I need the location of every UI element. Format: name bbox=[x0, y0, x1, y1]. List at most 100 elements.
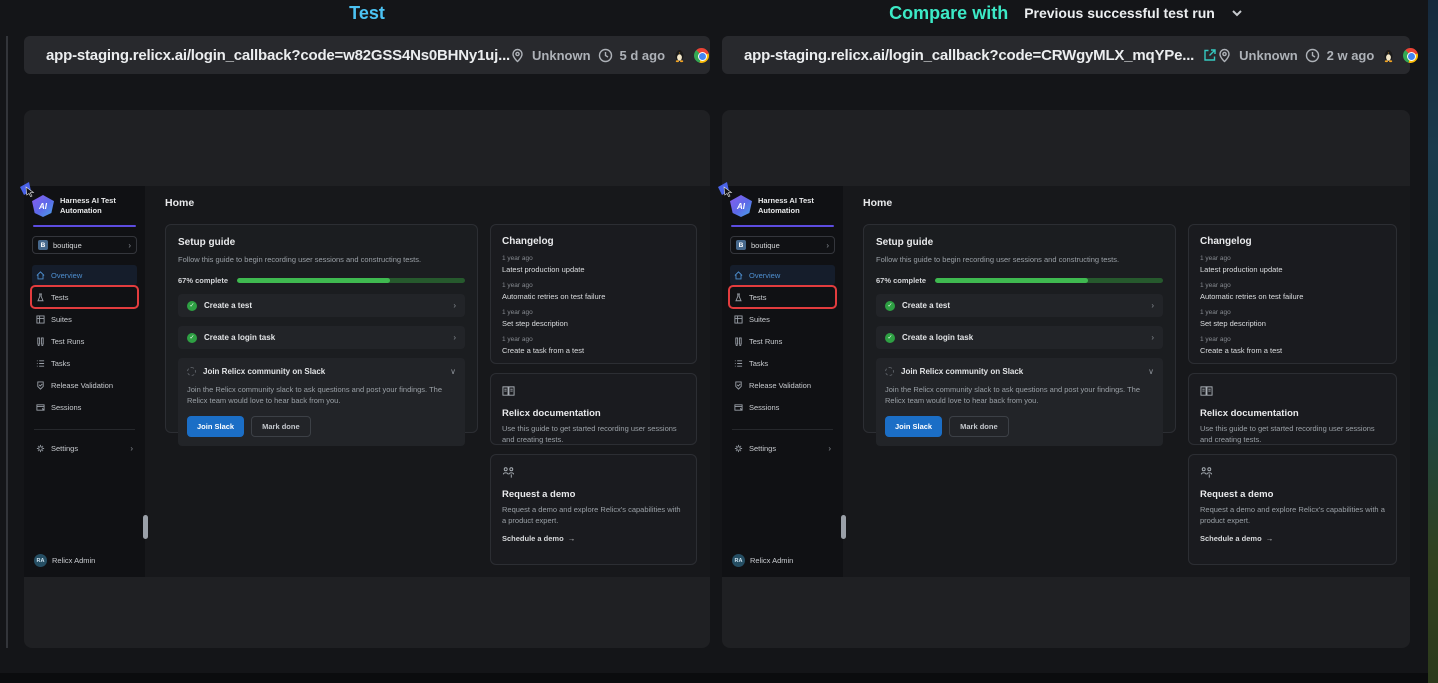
mark-done-button[interactable]: Mark done bbox=[251, 416, 311, 437]
sidebar-item-test-runs[interactable]: Test Runs bbox=[730, 331, 835, 351]
changelog-entry[interactable]: 1 year ago Automatic retries on test fai… bbox=[502, 282, 685, 301]
sidebar-item-suites[interactable]: Suites bbox=[730, 309, 835, 329]
book-icon bbox=[1200, 385, 1213, 398]
setup-item-join-slack[interactable]: Join Relicx community on Slack ∨ Join th… bbox=[876, 358, 1163, 446]
sidebar-item-label: Release Validation bbox=[51, 381, 113, 390]
setup-item-label: Create a login task bbox=[902, 333, 1144, 342]
changelog-time: 1 year ago bbox=[1200, 282, 1385, 289]
changelog-card: Changelog 1 year ago Latest production u… bbox=[1188, 224, 1397, 364]
join-slack-button[interactable]: Join Slack bbox=[187, 416, 244, 437]
documentation-description: Use this guide to get started recording … bbox=[502, 424, 685, 445]
changelog-entry[interactable]: 1 year ago Create a task from a test bbox=[1200, 336, 1385, 355]
sidebar-item-settings[interactable]: Settings › bbox=[32, 438, 137, 458]
avatar: RA bbox=[34, 554, 47, 567]
progress-bar bbox=[237, 278, 465, 283]
grid-icon bbox=[734, 315, 743, 324]
chrome-browser-icon bbox=[1403, 48, 1418, 63]
changelog-time: 1 year ago bbox=[502, 309, 685, 316]
documentation-card: Relicx documentation Use this guide to g… bbox=[490, 373, 697, 445]
sidebar-item-sessions[interactable]: Sessions bbox=[32, 397, 137, 417]
changelog-text: Set step description bbox=[1200, 319, 1385, 328]
user-name: Relicx Admin bbox=[750, 556, 793, 565]
changelog-entry[interactable]: 1 year ago Set step description bbox=[1200, 309, 1385, 328]
test-screenshot-panel[interactable]: AI Harness AI Test Automation B boutique… bbox=[24, 110, 710, 648]
changelog-entry[interactable]: 1 year ago Latest production update bbox=[1200, 255, 1385, 274]
project-selector[interactable]: B boutique › bbox=[730, 236, 835, 254]
changelog-entry[interactable]: 1 year ago Set step description bbox=[502, 309, 685, 328]
chevron-down-icon[interactable] bbox=[1231, 7, 1243, 19]
setup-item-create-login-task[interactable]: ✓ Create a login task › bbox=[876, 326, 1163, 349]
sidebar-item-tests[interactable]: Tests bbox=[32, 287, 137, 307]
setup-item-join-slack[interactable]: Join Relicx community on Slack ∨ Join th… bbox=[178, 358, 465, 446]
gear-icon bbox=[36, 444, 45, 453]
sidebar-item-tests[interactable]: Tests bbox=[730, 287, 835, 307]
sidebar-item-release-validation[interactable]: Release Validation bbox=[730, 375, 835, 395]
compare-run-selector[interactable]: Previous successful test run bbox=[1024, 5, 1215, 21]
sidebar-item-tasks[interactable]: Tasks bbox=[730, 353, 835, 373]
setup-guide-card: Setup guide Follow this guide to begin r… bbox=[863, 224, 1176, 433]
chevron-right-icon: › bbox=[828, 444, 831, 453]
join-slack-button[interactable]: Join Slack bbox=[885, 416, 942, 437]
linux-penguin-icon bbox=[1381, 48, 1396, 63]
project-selector[interactable]: B boutique › bbox=[32, 236, 137, 254]
chevron-right-icon: › bbox=[1151, 333, 1154, 342]
progress-fill bbox=[237, 278, 390, 283]
setup-item-create-test[interactable]: ✓ Create a test › bbox=[876, 294, 1163, 317]
sidebar-item-label: Tasks bbox=[51, 359, 70, 368]
changelog-card: Changelog 1 year ago Latest production u… bbox=[490, 224, 697, 364]
app-main: Home Setup guide Follow this guide to be… bbox=[843, 186, 1410, 577]
brand-name-line1: Harness AI Test bbox=[60, 196, 116, 206]
avatar: RA bbox=[732, 554, 745, 567]
sidebar-item-sessions[interactable]: Sessions bbox=[730, 397, 835, 417]
compare-screenshot-panel[interactable]: AI Harness AI Test Automation B boutique… bbox=[722, 110, 1410, 648]
setup-item-create-login-task[interactable]: ✓ Create a login task › bbox=[178, 326, 465, 349]
user-account[interactable]: RA Relicx Admin bbox=[730, 552, 835, 569]
clock-icon bbox=[598, 48, 613, 63]
age-label: 2 w ago bbox=[1327, 48, 1375, 63]
brand-name-line2: Automation bbox=[758, 206, 814, 216]
sidebar-item-label: Test Runs bbox=[51, 337, 84, 346]
external-link-icon[interactable] bbox=[1203, 48, 1217, 62]
sidebar-item-overview[interactable]: Overview bbox=[32, 265, 137, 285]
setup-guide-description: Follow this guide to begin recording use… bbox=[876, 255, 1163, 264]
sidebar-item-tasks[interactable]: Tasks bbox=[32, 353, 137, 373]
setup-guide-description: Follow this guide to begin recording use… bbox=[178, 255, 465, 264]
incomplete-circle-icon bbox=[187, 367, 196, 376]
sidebar-item-suites[interactable]: Suites bbox=[32, 309, 137, 329]
documentation-card: Relicx documentation Use this guide to g… bbox=[1188, 373, 1397, 445]
schedule-demo-link[interactable]: Schedule a demo → bbox=[502, 534, 685, 543]
brand-divider bbox=[33, 225, 136, 227]
sidebar-item-overview[interactable]: Overview bbox=[730, 265, 835, 285]
sidebar-item-test-runs[interactable]: Test Runs bbox=[32, 331, 137, 351]
mark-done-button[interactable]: Mark done bbox=[949, 416, 1009, 437]
sidebar-item-settings[interactable]: Settings › bbox=[730, 438, 835, 458]
changelog-title: Changelog bbox=[1200, 236, 1385, 247]
link-label: Schedule a demo bbox=[1200, 534, 1262, 543]
flask-icon bbox=[36, 293, 45, 302]
sidebar-collapse-handle[interactable] bbox=[841, 515, 846, 539]
environment-label: Unknown bbox=[532, 48, 591, 63]
setup-item-create-test[interactable]: ✓ Create a test › bbox=[178, 294, 465, 317]
setup-guide-card: Setup guide Follow this guide to begin r… bbox=[165, 224, 478, 433]
changelog-entry[interactable]: 1 year ago Automatic retries on test fai… bbox=[1200, 282, 1385, 301]
changelog-time: 1 year ago bbox=[502, 336, 685, 343]
list-icon bbox=[36, 359, 45, 368]
changelog-text: Create a task from a test bbox=[1200, 346, 1385, 355]
changelog-entry[interactable]: 1 year ago Create a task from a test bbox=[502, 336, 685, 355]
schedule-demo-link[interactable]: Schedule a demo → bbox=[1200, 534, 1385, 543]
sidebar-item-label: Sessions bbox=[749, 403, 779, 412]
people-icon bbox=[1200, 466, 1213, 479]
sidebar-item-label: Suites bbox=[51, 315, 72, 324]
user-account[interactable]: RA Relicx Admin bbox=[32, 552, 137, 569]
app-screenshot: AI Harness AI Test Automation B boutique… bbox=[24, 186, 710, 577]
gear-icon bbox=[734, 444, 743, 453]
changelog-entry[interactable]: 1 year ago Latest production update bbox=[502, 255, 685, 274]
harness-logo-icon: AI bbox=[32, 195, 54, 217]
sidebar-collapse-handle[interactable] bbox=[143, 515, 148, 539]
chevron-right-icon: › bbox=[130, 444, 133, 453]
harness-logo-icon: AI bbox=[730, 195, 752, 217]
home-icon bbox=[36, 271, 45, 280]
app-brand: AI Harness AI Test Automation bbox=[730, 195, 835, 217]
project-name: boutique bbox=[53, 241, 123, 250]
sidebar-item-release-validation[interactable]: Release Validation bbox=[32, 375, 137, 395]
